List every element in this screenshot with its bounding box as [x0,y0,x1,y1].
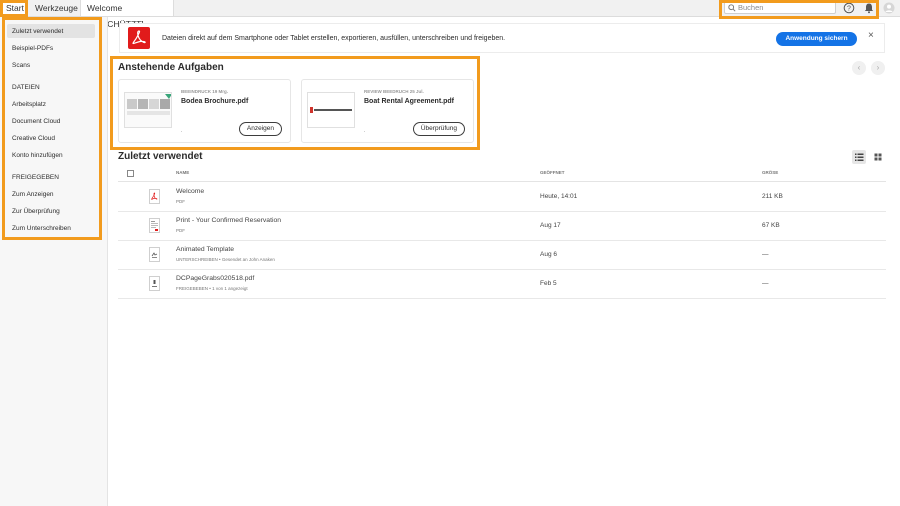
file-status: UNTERSCHREIBEN • Gesendet an John Anaken [176,257,275,262]
highlight-start-tab [0,0,28,17]
file-opened: Aug 17 [540,222,561,229]
file-name: Print - Your Confirmed Reservation [176,217,282,224]
table-header: NAME GEÖFFNET GRÖSE [118,166,886,182]
table-row[interactable]: Animated Template UNTERSCHREIBEN • Gesen… [118,241,886,270]
close-icon[interactable]: × [868,30,874,41]
tab-document[interactable]: Welcome [GESCHÜTZT] [80,0,174,29]
grid-view-icon[interactable] [871,150,885,164]
file-opened: Feb 5 [540,280,557,287]
list-view-icon[interactable] [852,150,866,164]
document-file-icon [149,218,160,233]
column-name[interactable]: NAME [176,170,189,175]
highlight-pending-tasks [110,56,480,150]
table-row[interactable]: DCPageGrabs020518.pdf FREIGEBEBEN • 1 vo… [118,270,886,299]
column-size[interactable]: GRÖSE [762,170,778,175]
select-all-checkbox[interactable] [127,170,134,177]
file-size: 211 KB [762,193,783,200]
table-row[interactable]: Welcome PDF Heute, 14:01 211 KB [118,183,886,212]
promo-banner: Dateien direkt auf dem Smartphone oder T… [119,23,885,53]
table-row[interactable]: Print - Your Confirmed Reservation PDF A… [118,212,886,241]
file-type: PDF [176,228,185,233]
chevron-right-icon[interactable]: › [871,61,885,75]
sign-file-icon [149,247,160,262]
tab-werkzeuge[interactable]: Werkzeuge [29,0,78,16]
highlight-sidebar [2,17,102,240]
file-status: FREIGEBEBEN • 1 von 1 angezeigt [176,286,248,291]
file-size: — [762,280,769,287]
file-name: DCPageGrabs020518.pdf [176,275,255,282]
file-size: 67 KB [762,222,780,229]
acrobat-logo-icon [128,27,150,49]
pdf-file-icon [149,189,160,204]
file-opened: Aug 6 [540,251,557,258]
get-app-button[interactable]: Anwendung sichern [776,32,857,46]
column-opened[interactable]: GEÖFFNET [540,170,565,175]
highlight-search [719,0,879,19]
file-name: Animated Template [176,246,235,253]
banner-message: Dateien direkt auf dem Smartphone oder T… [162,35,506,42]
avatar-icon[interactable] [883,2,895,14]
chevron-left-icon[interactable]: ‹ [852,61,866,75]
file-size: — [762,251,769,258]
shared-file-icon [149,276,160,291]
file-name: Welcome [176,188,205,195]
file-type: PDF [176,199,185,204]
file-opened: Heute, 14:01 [540,193,578,200]
recent-title: Zuletzt verwendet [118,151,203,162]
